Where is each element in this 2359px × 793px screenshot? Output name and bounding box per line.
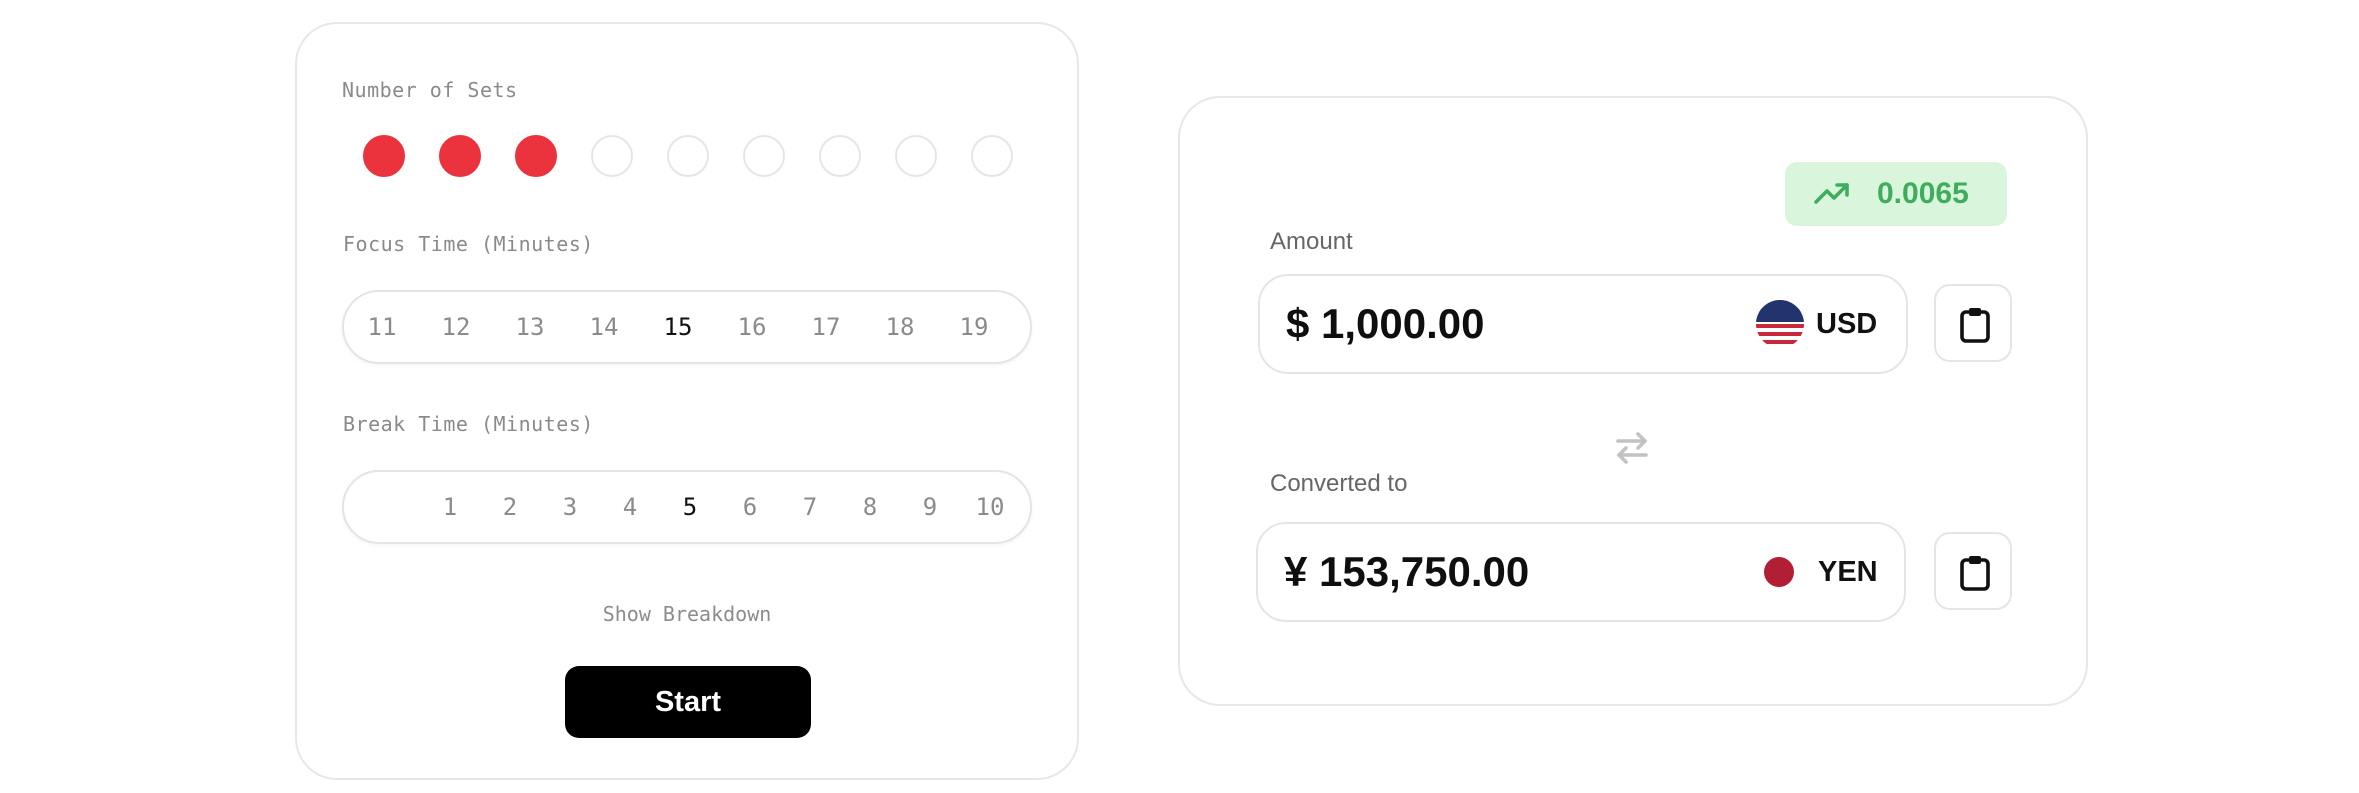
set-dot[interactable] bbox=[439, 135, 481, 177]
trending-up-icon bbox=[1814, 183, 1849, 204]
break-time-option[interactable]: 5 bbox=[683, 472, 697, 542]
set-dot[interactable] bbox=[819, 135, 861, 177]
focus-time-option[interactable]: 15 bbox=[664, 292, 693, 362]
us-flag-icon bbox=[1756, 300, 1804, 348]
amount-label: Amount bbox=[1270, 228, 1353, 255]
set-dot[interactable] bbox=[591, 135, 633, 177]
focus-time-option[interactable]: 17 bbox=[812, 292, 841, 362]
break-time-option[interactable]: 9 bbox=[923, 472, 937, 542]
focus-time-option[interactable]: 14 bbox=[590, 292, 619, 362]
focus-time-option[interactable]: 13 bbox=[516, 292, 545, 362]
focus-time-option[interactable]: 18 bbox=[886, 292, 915, 362]
currency-converter-card: 0.0065 Amount $ 1,000.00 USD Converted t… bbox=[1178, 96, 2088, 706]
start-button[interactable]: Start bbox=[565, 666, 811, 738]
set-dot[interactable] bbox=[743, 135, 785, 177]
converted-currency-code[interactable]: YEN bbox=[1818, 524, 1878, 620]
break-time-option[interactable]: 6 bbox=[743, 472, 757, 542]
converted-label: Converted to bbox=[1270, 470, 1408, 497]
converted-value: ¥ 153,750.00 bbox=[1284, 548, 1530, 595]
converted-field[interactable]: ¥ 153,750.00 YEN bbox=[1256, 522, 1906, 622]
swap-icon[interactable] bbox=[1612, 430, 1652, 466]
set-dot[interactable] bbox=[971, 135, 1013, 177]
copy-amount-button[interactable] bbox=[1934, 284, 2012, 362]
exchange-rate-badge: 0.0065 bbox=[1785, 162, 2007, 226]
copy-converted-button[interactable] bbox=[1934, 532, 2012, 610]
break-time-option[interactable]: 4 bbox=[623, 472, 637, 542]
exchange-rate-value: 0.0065 bbox=[1877, 177, 1969, 210]
break-time-option[interactable]: 3 bbox=[563, 472, 577, 542]
set-dot[interactable] bbox=[895, 135, 937, 177]
focus-time-picker[interactable]: 11 12 13 14 15 16 17 18 19 bbox=[342, 290, 1032, 364]
set-dot[interactable] bbox=[363, 135, 405, 177]
clipboard-icon bbox=[1960, 308, 1990, 343]
show-breakdown-link[interactable]: Show Breakdown bbox=[297, 602, 1077, 626]
set-dot[interactable] bbox=[515, 135, 557, 177]
focus-time-option[interactable]: 19 bbox=[960, 292, 989, 362]
break-time-option[interactable]: 8 bbox=[863, 472, 877, 542]
break-time-option[interactable]: 1 bbox=[443, 472, 457, 542]
set-dot[interactable] bbox=[667, 135, 709, 177]
break-time-option[interactable]: 10 bbox=[976, 472, 1005, 542]
focus-time-option[interactable]: 16 bbox=[738, 292, 767, 362]
focus-time-option[interactable]: 11 bbox=[368, 292, 397, 362]
focus-time-option[interactable]: 12 bbox=[442, 292, 471, 362]
break-time-label: Break Time (Minutes) bbox=[343, 412, 594, 436]
japan-flag-icon bbox=[1764, 557, 1794, 587]
amount-value: $ 1,000.00 bbox=[1286, 300, 1485, 347]
clipboard-icon bbox=[1960, 556, 1990, 591]
pomodoro-card: Number of Sets Focus Time (Minutes) 11 12… bbox=[295, 22, 1079, 780]
sets-label: Number of Sets bbox=[342, 78, 518, 102]
break-time-option[interactable]: 7 bbox=[803, 472, 817, 542]
focus-time-label: Focus Time (Minutes) bbox=[343, 232, 594, 256]
amount-field[interactable]: $ 1,000.00 USD bbox=[1258, 274, 1908, 374]
break-time-option[interactable]: 2 bbox=[503, 472, 517, 542]
break-time-picker[interactable]: 1 2 3 4 5 6 7 8 9 10 bbox=[342, 470, 1032, 544]
amount-currency-code[interactable]: USD bbox=[1816, 276, 1877, 372]
